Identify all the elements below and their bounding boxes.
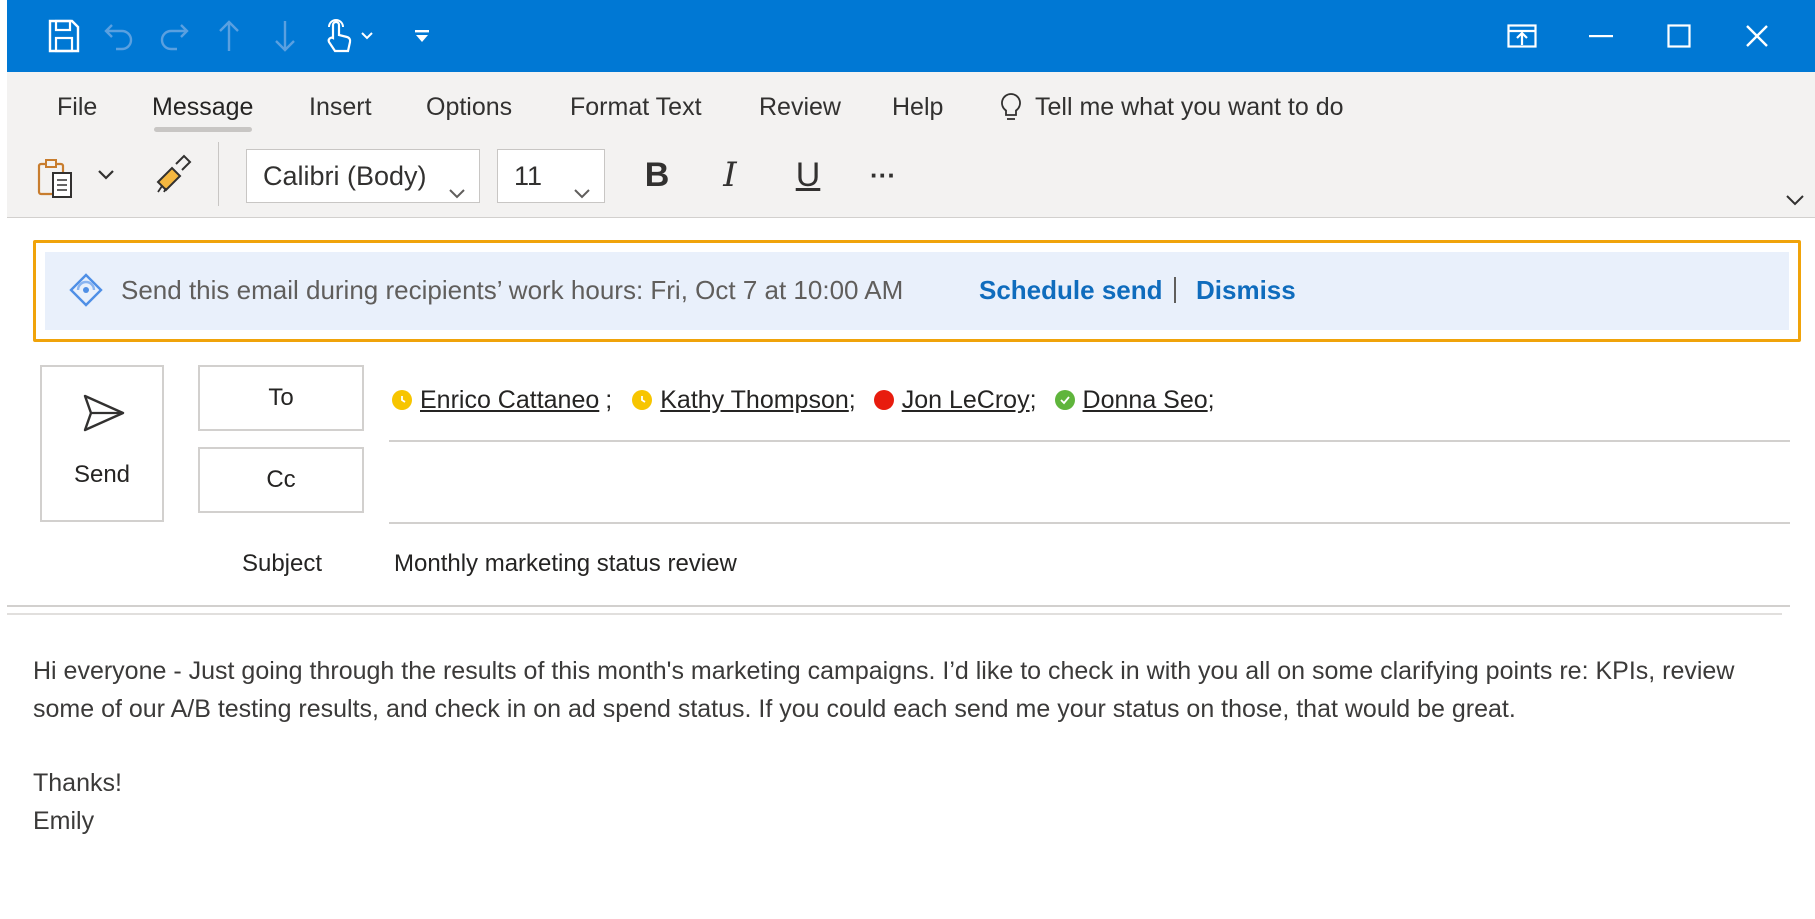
tab-help[interactable]: Help: [892, 90, 943, 124]
chevron-down-icon: [572, 166, 592, 218]
tab-file[interactable]: File: [57, 90, 97, 124]
chevron-down-icon[interactable]: [355, 14, 379, 58]
up-arrow-icon[interactable]: [207, 14, 251, 58]
link-separator: [1174, 277, 1176, 303]
chevron-down-icon: [447, 166, 467, 218]
cc-button[interactable]: Cc: [198, 447, 364, 513]
redo-icon[interactable]: [152, 14, 196, 58]
minimize-icon[interactable]: [1579, 14, 1623, 58]
recipient-chip[interactable]: Jon LeCroy ;: [873, 385, 1037, 415]
busy-status-icon: [873, 390, 894, 410]
send-label: Send: [73, 461, 131, 488]
subject-input[interactable]: Monthly marketing status review: [394, 547, 737, 581]
available-check-icon: [1054, 390, 1075, 410]
recipient-chip[interactable]: Kathy Thompson ;: [632, 386, 856, 415]
save-icon[interactable]: [42, 14, 86, 58]
message-body-editor[interactable]: Hi everyone - Just going through the res…: [33, 653, 1778, 840]
more-options-button[interactable]: ···: [860, 152, 906, 198]
cc-field[interactable]: [389, 450, 1790, 520]
recipient-name: Donna Seo: [1082, 385, 1208, 414]
recipient-separator: ;: [1029, 385, 1037, 414]
dismiss-link[interactable]: Dismiss: [1196, 272, 1296, 308]
lightbulb-icon: [999, 92, 1023, 124]
paste-dropdown-chevron-icon[interactable]: [96, 168, 116, 184]
recipient-name: Kathy Thompson: [660, 385, 849, 414]
paste-icon[interactable]: [36, 157, 76, 199]
header-divider: [7, 605, 1790, 607]
format-painter-icon[interactable]: [154, 154, 194, 194]
to-field[interactable]: Enrico Cattaneo ; Kathy Thompson ; Jon L…: [392, 380, 1229, 420]
tell-me-search[interactable]: Tell me what you want to do: [1035, 90, 1344, 124]
closing-line: Thanks!: [33, 769, 122, 797]
active-tab-indicator: [154, 127, 252, 132]
tab-review[interactable]: Review: [759, 90, 841, 124]
to-field-underline: [389, 440, 1790, 442]
tab-options[interactable]: Options: [426, 90, 512, 124]
away-clock-icon: [632, 390, 653, 410]
tab-message[interactable]: Message: [152, 90, 253, 124]
suggestion-text: Send this email during recipients’ work …: [121, 275, 904, 305]
expand-ribbon-chevron-icon[interactable]: [1784, 193, 1806, 209]
ribbon-display-icon[interactable]: [1500, 14, 1544, 58]
undo-icon[interactable]: [97, 14, 141, 58]
italic-button[interactable]: I: [707, 152, 753, 198]
tab-insert[interactable]: Insert: [309, 90, 372, 124]
to-button[interactable]: To: [198, 365, 364, 431]
recipient-separator: ;: [848, 385, 856, 414]
recipient-chip[interactable]: Enrico Cattaneo ;: [392, 386, 612, 415]
recipient-name: Jon LeCroy: [901, 385, 1030, 414]
recipient-separator: ;: [605, 385, 613, 414]
body-paragraph: Hi everyone - Just going through the res…: [33, 657, 1735, 723]
close-icon[interactable]: [1735, 14, 1779, 58]
subject-label: Subject: [241, 550, 323, 577]
customize-qat-icon[interactable]: [405, 14, 439, 58]
down-arrow-icon[interactable]: [263, 14, 307, 58]
underline-button[interactable]: U: [785, 152, 831, 198]
ribbon-divider: [218, 142, 219, 206]
header-divider-shadow: [7, 613, 1782, 615]
recipient-chip[interactable]: Donna Seo ;: [1054, 385, 1215, 415]
send-icon: [82, 393, 126, 433]
font-size-dropdown[interactable]: 11: [497, 149, 605, 203]
send-button[interactable]: Send: [40, 365, 164, 522]
title-bar: [7, 0, 1815, 72]
tab-format-text[interactable]: Format Text: [570, 90, 702, 124]
recipient-name: Enrico Cattaneo: [420, 385, 600, 414]
font-size-value: 11: [514, 161, 543, 191]
font-name-value: Calibri (Body): [263, 161, 427, 191]
maximize-icon[interactable]: [1657, 14, 1701, 58]
away-clock-icon: [392, 390, 412, 410]
schedule-send-link[interactable]: Schedule send: [979, 272, 1163, 308]
cc-field-underline: [389, 522, 1790, 524]
font-name-dropdown[interactable]: Calibri (Body): [246, 149, 480, 203]
viva-insights-icon: [68, 272, 104, 308]
bold-button[interactable]: B: [634, 152, 680, 198]
signature-line: Emily: [33, 806, 95, 835]
recipient-separator: ;: [1207, 385, 1215, 414]
